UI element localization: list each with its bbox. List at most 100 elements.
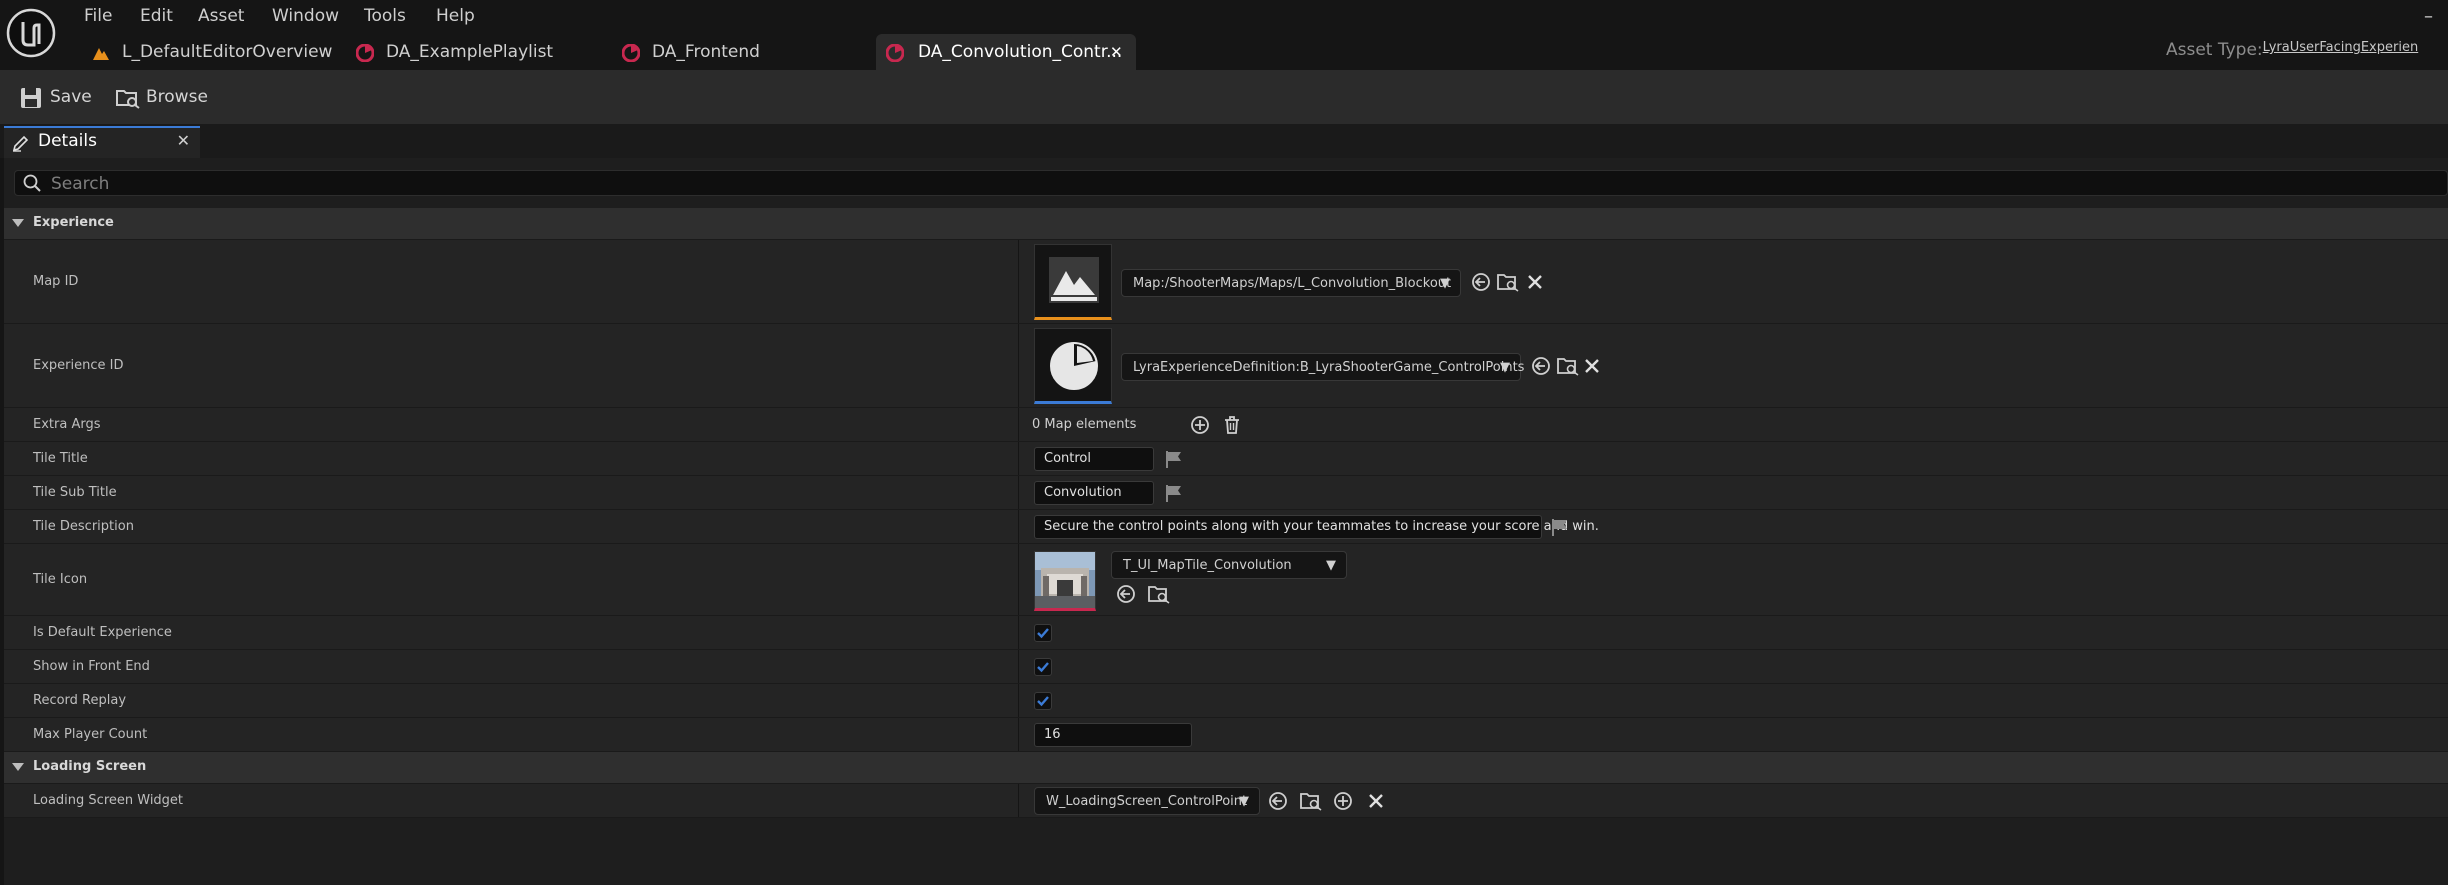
property-row-tile-description: Tile Description Secure the control poin… xyxy=(4,510,2448,544)
browse-folder-icon[interactable] xyxy=(1557,356,1579,376)
menu-tools[interactable]: Tools xyxy=(364,4,406,28)
map-tile-image xyxy=(1035,552,1095,608)
localization-flag-icon[interactable] xyxy=(1164,483,1184,503)
menu-edit[interactable]: Edit xyxy=(140,4,173,28)
category-loading-screen[interactable]: Loading Screen xyxy=(4,752,2448,784)
tab-da-exampleplaylist[interactable]: DA_ExamplePlaylist xyxy=(356,34,596,70)
property-row-tile-sub-title: Tile Sub Title Convolution xyxy=(4,476,2448,510)
experience-thumbnail[interactable] xyxy=(1034,328,1112,404)
add-element-icon[interactable] xyxy=(1333,791,1353,811)
close-icon[interactable]: ✕ xyxy=(177,131,190,150)
map-elements-count: 0 Map elements xyxy=(1032,417,1137,432)
column-splitter[interactable] xyxy=(1018,408,1019,441)
use-selected-icon[interactable] xyxy=(1471,272,1491,292)
loading-screen-widget-combo[interactable]: W_LoadingScreen_ControlPoint ▼ xyxy=(1034,787,1260,815)
property-name: Tile Sub Title xyxy=(33,485,117,500)
loading-screen-widget-value: W_LoadingScreen_ControlPoint xyxy=(1046,794,1248,809)
map-thumbnail[interactable] xyxy=(1034,244,1112,320)
is-default-experience-checkbox[interactable] xyxy=(1034,624,1052,642)
tab-label: DA_Frontend xyxy=(652,42,760,62)
asset-type-link[interactable]: LyraUserFacingExperien xyxy=(2263,40,2419,55)
asset-type-label: Asset Type: LyraUserFacingExperien xyxy=(2166,40,2418,60)
details-tab[interactable]: Details ✕ xyxy=(4,126,200,158)
use-selected-icon[interactable] xyxy=(1116,584,1136,604)
minimize-icon[interactable]: – xyxy=(2424,6,2433,27)
column-splitter[interactable] xyxy=(1018,718,1019,751)
column-splitter[interactable] xyxy=(1018,476,1019,509)
use-selected-icon[interactable] xyxy=(1531,356,1551,376)
category-experience[interactable]: Experience xyxy=(4,208,2448,240)
property-name: Tile Title xyxy=(33,451,88,466)
experience-id-combo[interactable]: LyraExperienceDefinition:B_LyraShooterGa… xyxy=(1121,353,1524,381)
property-name: Is Default Experience xyxy=(33,625,172,640)
menu-asset[interactable]: Asset xyxy=(198,4,244,28)
chevron-down-icon: ▼ xyxy=(1239,794,1249,809)
property-row-tile-icon: Tile Icon T_UI_MapTile_Convolution ▼ xyxy=(4,544,2448,616)
column-splitter[interactable] xyxy=(1018,442,1019,475)
pencil-icon xyxy=(12,134,30,152)
data-asset-icon xyxy=(356,44,374,62)
panel-tab-strip xyxy=(0,124,2448,158)
use-selected-icon[interactable] xyxy=(1268,791,1288,811)
close-icon[interactable]: ✕ xyxy=(1110,34,1123,70)
menu-help[interactable]: Help xyxy=(436,4,475,28)
collapse-arrow-icon[interactable] xyxy=(12,763,24,771)
property-row-extra-args: Extra Args 0 Map elements xyxy=(4,408,2448,442)
property-name: Tile Icon xyxy=(33,572,88,587)
column-splitter[interactable] xyxy=(1018,784,1019,817)
column-splitter[interactable] xyxy=(1018,684,1019,717)
browse-folder-icon[interactable] xyxy=(1148,584,1170,604)
column-splitter[interactable] xyxy=(1018,324,1019,407)
map-id-combo[interactable]: Map:/ShooterMaps/Maps/L_Convolution_Bloc… xyxy=(1121,269,1461,297)
search-input[interactable] xyxy=(49,171,2433,197)
property-row-map-id: Map ID Map:/ShooterMaps/Maps/L_Convoluti… xyxy=(4,240,2448,324)
tile-description-field[interactable]: Secure the control points along with you… xyxy=(1034,515,1599,539)
chevron-down-icon: ▼ xyxy=(1500,360,1510,375)
column-splitter[interactable] xyxy=(1018,510,1019,543)
max-player-count-field[interactable]: 16 xyxy=(1034,723,1192,747)
unreal-logo-icon[interactable] xyxy=(6,8,56,58)
data-asset-icon xyxy=(622,44,640,62)
localization-flag-icon[interactable] xyxy=(1550,517,1570,537)
localization-flag-icon[interactable] xyxy=(1164,449,1184,469)
column-splitter[interactable] xyxy=(1018,240,1019,323)
menu-file[interactable]: File xyxy=(84,4,112,28)
clear-icon[interactable] xyxy=(1366,791,1386,811)
category-label: Loading Screen xyxy=(33,759,147,774)
clear-icon[interactable] xyxy=(1525,272,1545,292)
column-splitter[interactable] xyxy=(1018,544,1019,615)
tile-sub-title-field[interactable]: Convolution xyxy=(1034,481,1154,505)
property-name: Experience ID xyxy=(33,358,124,373)
details-tab-label: Details xyxy=(38,131,97,151)
clear-icon[interactable] xyxy=(1582,356,1602,376)
trash-icon[interactable] xyxy=(1222,415,1242,435)
category-label: Experience xyxy=(33,215,114,230)
level-icon xyxy=(92,44,110,62)
property-name: Max Player Count xyxy=(33,727,148,742)
browse-folder-icon[interactable] xyxy=(1300,791,1322,811)
tab-da-frontend[interactable]: DA_Frontend xyxy=(622,34,842,70)
tab-label: DA_ExamplePlaylist xyxy=(386,42,554,62)
tab-l-defaulteditoroverview[interactable]: L_DefaultEditorOverview xyxy=(92,34,352,70)
tile-icon-value: T_UI_MapTile_Convolution xyxy=(1123,558,1292,573)
tab-da-convolution-control[interactable]: DA_Convolution_Contr... ✕ xyxy=(876,34,1136,70)
show-in-front-end-checkbox[interactable] xyxy=(1034,658,1052,676)
tile-icon-combo[interactable]: T_UI_MapTile_Convolution ▼ xyxy=(1111,551,1347,579)
tab-label: L_DefaultEditorOverview xyxy=(122,42,333,62)
add-element-icon[interactable] xyxy=(1190,415,1210,435)
column-splitter[interactable] xyxy=(1018,616,1019,649)
tile-title-field[interactable]: Control xyxy=(1034,447,1154,471)
asset-type-caption: Asset Type: xyxy=(2166,40,2263,60)
tile-icon-thumbnail[interactable] xyxy=(1034,551,1096,611)
checkmark-icon xyxy=(1037,628,1049,639)
menu-window[interactable]: Window xyxy=(272,4,339,28)
property-row-tile-title: Tile Title Control xyxy=(4,442,2448,476)
browse-button[interactable]: Browse xyxy=(116,84,216,110)
record-replay-checkbox[interactable] xyxy=(1034,692,1052,710)
save-label: Save xyxy=(50,87,92,107)
column-splitter[interactable] xyxy=(1018,650,1019,683)
collapse-arrow-icon[interactable] xyxy=(12,219,24,227)
search-box[interactable] xyxy=(14,170,2448,197)
browse-folder-icon xyxy=(116,87,140,109)
browse-folder-icon[interactable] xyxy=(1497,272,1519,292)
